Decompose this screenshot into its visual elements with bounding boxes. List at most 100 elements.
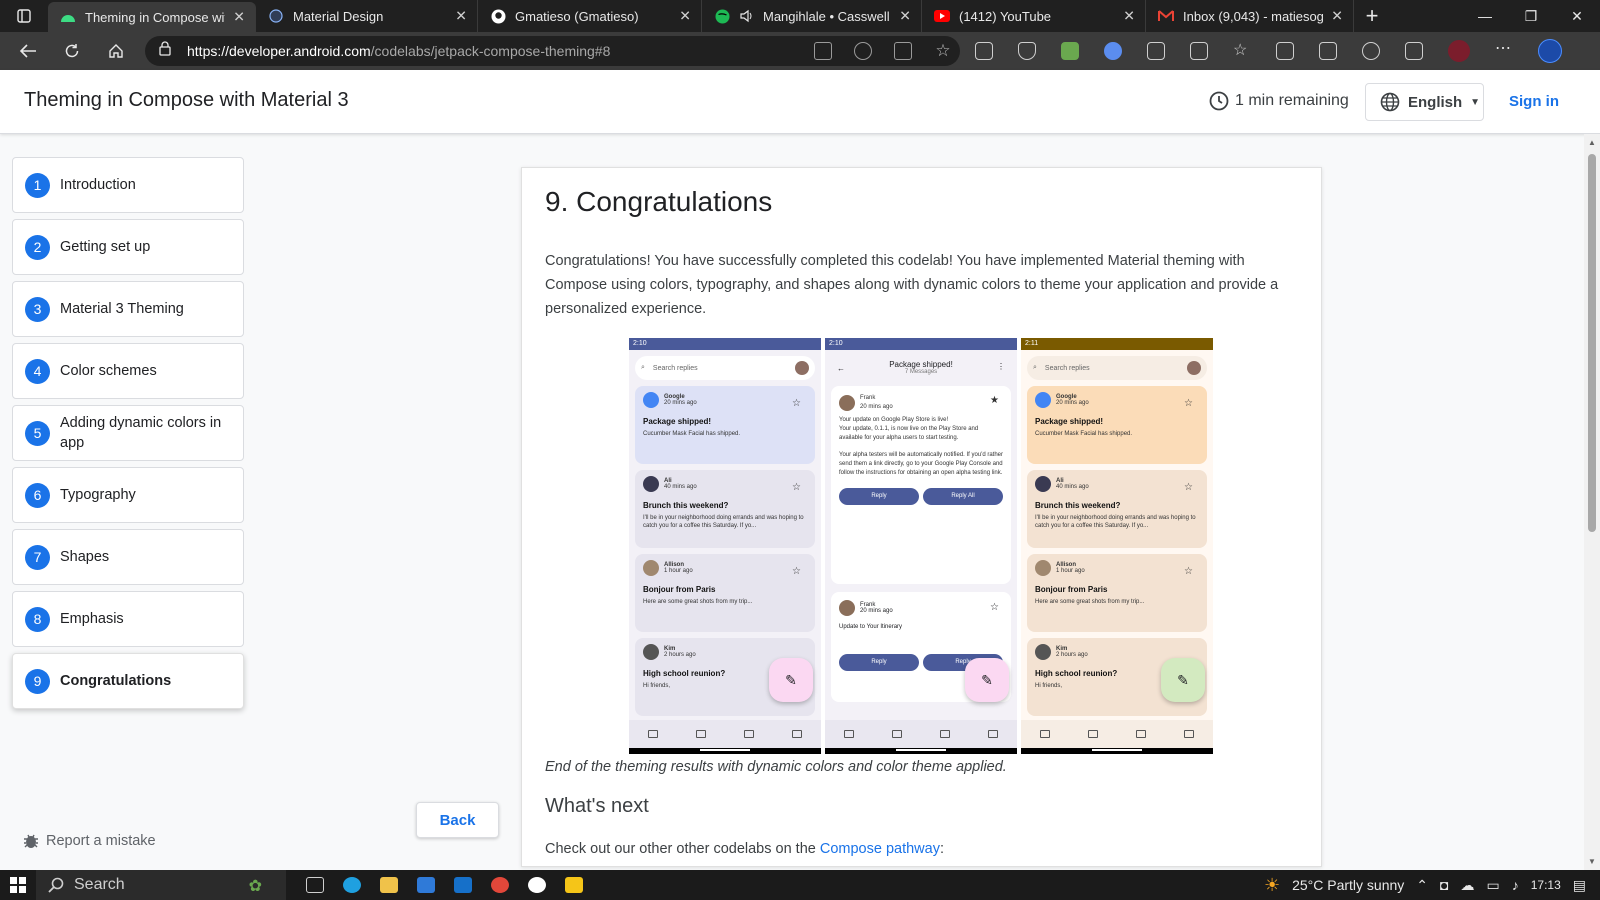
web-capture-icon[interactable] [1319, 42, 1337, 60]
weather-text[interactable]: 25°C Partly sunny [1292, 877, 1404, 893]
tab-title: Theming in Compose with Ma [85, 9, 225, 25]
weather-icon[interactable]: ☀ [1264, 875, 1280, 896]
address-bar[interactable]: https://developer.android.com/codelabs/j… [145, 36, 960, 66]
close-icon[interactable]: ✕ [899, 8, 911, 25]
sidebar-step[interactable]: 8 Emphasis [12, 591, 244, 647]
windows-start-icon[interactable] [0, 870, 36, 900]
close-icon[interactable]: ✕ [679, 8, 691, 25]
sidebar-step[interactable]: 1 Introduction [12, 157, 244, 213]
profile-avatar[interactable] [1448, 40, 1470, 62]
notifications-icon[interactable]: ▤ [1573, 877, 1586, 894]
scrollbar-thumb[interactable] [1588, 154, 1596, 532]
back-arrow-icon[interactable] [6, 32, 50, 70]
sender-avatar [643, 560, 659, 576]
congratulations-paragraph: Congratulations! You have successfully c… [545, 253, 1279, 317]
email-card: Ali 40 mins ago ☆ Brunch this weekend? I'… [1027, 470, 1207, 548]
language-select[interactable]: English ▼ [1365, 83, 1484, 121]
chevron-up-icon[interactable]: ⌃ [1416, 877, 1428, 894]
sidebar-step[interactable]: 2 Getting set up [12, 219, 244, 275]
status-bar: 2:10 [629, 338, 821, 350]
browser-tab[interactable]: Mangihlale • Casswell P ✕ [702, 0, 922, 32]
close-icon[interactable]: ✕ [1123, 8, 1135, 25]
extension-icon[interactable] [975, 42, 993, 60]
sidebar-step[interactable]: 3 Material 3 Theming [12, 281, 244, 337]
search-placeholder: Search replies [652, 364, 698, 372]
shield-icon[interactable] [1018, 42, 1036, 60]
sidebar-step[interactable]: 4 Color schemes [12, 343, 244, 399]
clock-time[interactable]: 17:13 [1531, 878, 1561, 892]
back-button[interactable]: Back [416, 802, 499, 838]
detail-body-line: Your update on Google Play Store is live… [839, 417, 949, 423]
system-tray: ☀ 25°C Partly sunny ⌃ ◘ ☁ ▭ ♪ 17:13 ▤ [1264, 875, 1600, 896]
more-vert-icon: ⋮ [997, 362, 1005, 371]
microsoft-store-icon[interactable] [407, 870, 444, 900]
app-icon[interactable] [518, 870, 555, 900]
compose-pathway-link[interactable]: Compose pathway [820, 841, 940, 857]
sidebar-step[interactable]: 6 Typography [12, 467, 244, 523]
phone-screenshot-dynamic: 2:10 ⌕ Search replies Google 20 mins ago ☆… [629, 338, 821, 754]
time-remaining: 1 min remaining [1209, 91, 1349, 111]
extension-icon[interactable] [1061, 42, 1079, 60]
collections-icon[interactable] [1276, 42, 1294, 60]
star-icon: ☆ [1184, 482, 1193, 493]
close-icon[interactable]: ✕ [455, 8, 467, 25]
refresh-icon[interactable] [50, 32, 94, 70]
extension-icon[interactable] [1104, 42, 1122, 60]
home-icon[interactable] [94, 32, 138, 70]
scroll-up-icon[interactable]: ▲ [1588, 138, 1596, 147]
file-explorer-icon[interactable] [370, 870, 407, 900]
browser-tab[interactable]: Inbox (9,043) - matiesogeoffr ✕ [1146, 0, 1354, 32]
minimize-icon[interactable]: — [1462, 0, 1508, 32]
favorites-icon[interactable]: ☆ [1233, 42, 1251, 60]
tab-actions-icon[interactable] [0, 0, 48, 32]
sidebar-step[interactable]: 7 Shapes [12, 529, 244, 585]
close-icon[interactable]: ✕ [1331, 8, 1343, 25]
restore-icon[interactable]: ❐ [1508, 0, 1554, 32]
new-tab-button[interactable]: + [1354, 0, 1390, 32]
tab-title: Gmatieso (Gmatieso) [515, 8, 639, 24]
sender-avatar [839, 600, 855, 616]
avatar [1187, 361, 1201, 375]
mail-icon[interactable] [444, 870, 481, 900]
email-body: Cucumber Mask Facial has shipped. [1035, 431, 1133, 437]
close-icon[interactable]: ✕ [233, 9, 245, 26]
close-window-icon[interactable]: ✕ [1554, 0, 1600, 32]
network-icon[interactable]: ▭ [1487, 877, 1500, 894]
camera-icon[interactable]: ◘ [1440, 877, 1448, 893]
sign-in-link[interactable]: Sign in [1509, 93, 1559, 110]
window-controls: — ❐ ✕ [1462, 0, 1600, 32]
edge-icon[interactable] [333, 870, 370, 900]
sticky-notes-icon[interactable] [555, 870, 592, 900]
search-icon [48, 877, 64, 893]
cloud-icon[interactable]: ☁ [1461, 877, 1475, 894]
task-view-icon[interactable] [296, 870, 333, 900]
article-icon [892, 730, 902, 738]
speaker-icon[interactable] [739, 8, 755, 24]
sidebar-step[interactable]: 5 Adding dynamic colors in app [12, 405, 244, 461]
browser-tab[interactable]: (1412) YouTube ✕ [922, 0, 1146, 32]
more-options-icon[interactable]: ⋯ [1495, 41, 1513, 60]
lock-icon[interactable] [159, 41, 171, 61]
share-icon[interactable] [1405, 42, 1423, 60]
browser-tab[interactable]: Gmatieso (Gmatieso) ✕ [478, 0, 702, 32]
browser-essentials-icon[interactable] [1362, 42, 1380, 60]
app-available-icon[interactable] [814, 42, 832, 60]
chrome-icon[interactable] [481, 870, 518, 900]
extension-icon[interactable] [1147, 42, 1165, 60]
favorite-star-icon[interactable]: ☆ [934, 42, 952, 60]
sidebar-step[interactable]: 9 Congratulations [12, 653, 244, 709]
page-scrollbar[interactable]: ▲ ▼ [1584, 134, 1600, 870]
sender-avatar [643, 392, 659, 408]
scroll-down-icon[interactable]: ▼ [1588, 857, 1596, 866]
read-aloud-icon[interactable] [854, 42, 872, 60]
phone-screenshot-custom-theme: 2:11 ⌕ Search replies Google 20 mins ago ☆… [1021, 338, 1213, 754]
puzzle-icon[interactable] [1190, 42, 1208, 60]
taskbar-search[interactable]: Search ✿ [36, 870, 286, 900]
copilot-icon[interactable] [1538, 39, 1562, 63]
report-mistake-link[interactable]: Report a mistake [22, 832, 156, 850]
tab-title: Mangihlale • Casswell P [763, 8, 891, 24]
volume-icon[interactable]: ♪ [1512, 877, 1519, 893]
browser-tab[interactable]: Material Design ✕ [256, 0, 478, 32]
immersive-reader-icon[interactable] [894, 42, 912, 60]
browser-tab[interactable]: Theming in Compose with Ma ✕ [48, 2, 256, 32]
